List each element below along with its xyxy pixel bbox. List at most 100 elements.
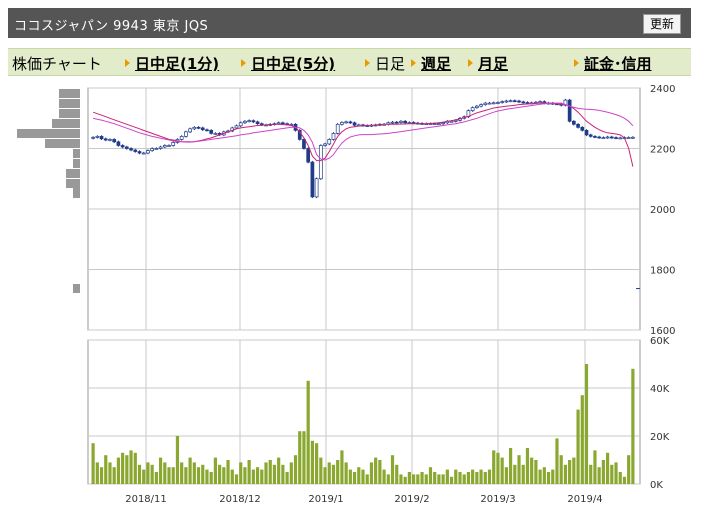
volume-bar xyxy=(146,462,150,484)
volume-bar xyxy=(142,469,146,484)
candle-body xyxy=(441,122,445,125)
candle-body xyxy=(154,148,159,150)
volume-bar xyxy=(428,467,433,484)
candle-body xyxy=(348,121,353,124)
candle-body xyxy=(335,123,340,134)
price-profile-bar xyxy=(73,186,80,195)
volume-bar xyxy=(479,469,483,484)
price-profile-bar xyxy=(66,169,80,178)
candle-body xyxy=(340,122,344,125)
volume-bar xyxy=(348,469,352,484)
candle-body xyxy=(150,148,154,151)
volume-bar xyxy=(610,464,614,484)
volume-bar xyxy=(137,464,142,484)
volume-bar xyxy=(175,436,180,484)
volume-bar xyxy=(255,467,260,484)
price-profile-bar xyxy=(45,139,80,148)
volume-bar xyxy=(125,455,129,484)
volume-bar xyxy=(471,469,475,484)
price-profile-bar xyxy=(73,149,80,158)
candle-body xyxy=(605,136,610,139)
volume-bar xyxy=(121,452,125,484)
candle-body xyxy=(196,126,201,129)
volume-tick-label: 40K xyxy=(650,384,670,395)
volume-bar xyxy=(327,462,331,484)
price-profile-bar xyxy=(59,109,80,118)
candle-body xyxy=(251,120,256,123)
candle-body xyxy=(95,136,100,138)
candle-body xyxy=(588,134,593,137)
candle-body xyxy=(213,133,218,135)
candle-body xyxy=(432,123,437,126)
volume-bar xyxy=(129,450,133,484)
volume-bar xyxy=(336,460,340,484)
volume-bar xyxy=(226,460,230,484)
volume-bar xyxy=(331,464,336,484)
volume-bar xyxy=(441,474,445,484)
volume-bar xyxy=(466,472,471,484)
candle-body xyxy=(318,145,323,180)
volume-bar xyxy=(614,462,618,484)
volume-bar xyxy=(559,455,563,484)
volume-bar xyxy=(475,472,479,484)
candle-body xyxy=(580,126,585,131)
volume-bar xyxy=(357,467,361,484)
volume-bar xyxy=(416,474,420,484)
price-panel: 24002200200018001600 xyxy=(17,84,675,337)
candle-body xyxy=(124,146,129,149)
candle-body xyxy=(331,133,336,140)
volume-bar xyxy=(163,462,167,484)
x-tick-label: 2018/11 xyxy=(125,494,167,505)
volume-bar xyxy=(462,474,466,484)
volume-bar xyxy=(99,467,104,484)
candle-body xyxy=(306,148,311,163)
volume-bar xyxy=(534,460,538,484)
volume-bar xyxy=(521,464,525,484)
volume-bar xyxy=(95,462,99,484)
volume-bar xyxy=(572,457,576,484)
volume-bar xyxy=(390,455,395,484)
volume-bar xyxy=(378,460,382,484)
volume-bar xyxy=(243,467,247,484)
candle-body xyxy=(512,100,517,103)
volume-bar xyxy=(171,467,175,484)
volume-bar xyxy=(627,455,631,484)
candle-body xyxy=(496,102,500,104)
candle-body xyxy=(449,120,454,123)
volume-bar xyxy=(260,469,264,484)
volume-bar xyxy=(542,467,546,484)
volume-bar xyxy=(605,452,610,484)
candle-body xyxy=(572,120,576,125)
candle-body xyxy=(614,137,618,139)
volume-bar xyxy=(454,469,458,484)
candle-body xyxy=(162,145,167,148)
candle-body xyxy=(576,123,580,128)
volume-bar xyxy=(504,467,508,484)
volume-bar xyxy=(568,460,572,484)
volume-bar xyxy=(306,380,310,484)
volume-bar xyxy=(580,395,584,484)
volume-bar xyxy=(222,467,226,484)
x-tick-label: 2018/12 xyxy=(219,494,261,505)
volume-bar xyxy=(508,448,513,484)
volume-bar xyxy=(184,467,188,484)
volume-bar xyxy=(150,464,154,484)
candle-body xyxy=(479,104,483,107)
volume-bar xyxy=(352,472,357,484)
volume-bar xyxy=(323,467,327,484)
candle-body xyxy=(146,150,150,154)
candle-body xyxy=(626,137,631,139)
volume-bar xyxy=(601,460,605,484)
volume-bar xyxy=(340,450,344,484)
candle-body xyxy=(352,122,357,126)
moving-average-line xyxy=(92,102,634,161)
candle-body xyxy=(470,107,475,112)
candle-body xyxy=(521,101,526,104)
volume-bar xyxy=(188,457,192,484)
x-tick-label: 2019/3 xyxy=(480,494,515,505)
volume-bar xyxy=(530,457,534,484)
volume-bar xyxy=(420,472,424,484)
volume-bar xyxy=(631,368,635,484)
volume-bar xyxy=(310,440,314,484)
volume-bar xyxy=(344,462,348,484)
